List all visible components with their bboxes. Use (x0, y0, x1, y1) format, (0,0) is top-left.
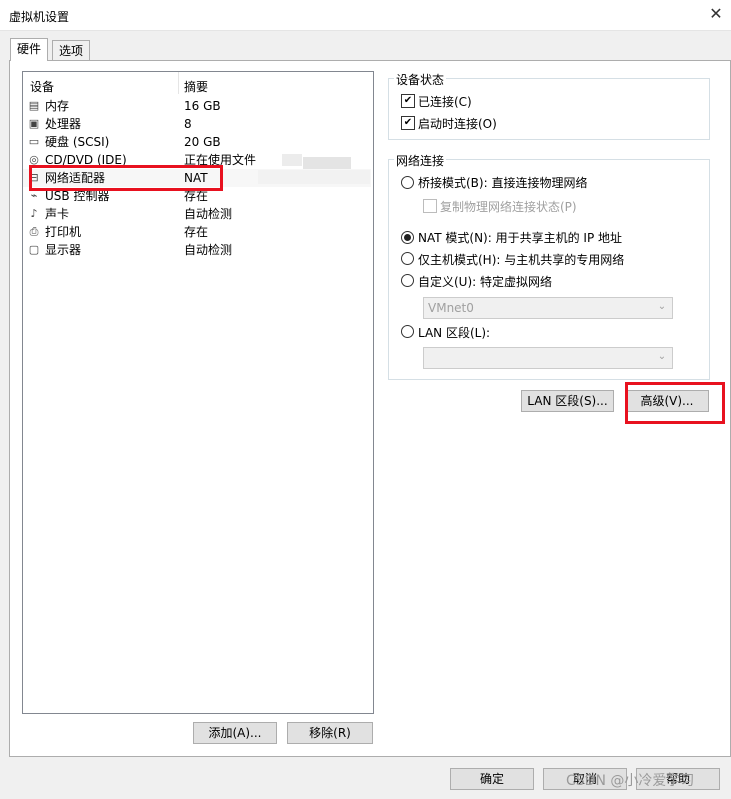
custom-network-value: VMnet0 (428, 301, 474, 315)
lan-segment-radio[interactable] (401, 325, 414, 338)
watermark-text: CSDN @小冷爱学习 (566, 773, 695, 789)
redacted-blur (303, 157, 351, 169)
bridged-label[interactable]: 桥接模式(B): 直接连接物理网络 (418, 174, 587, 191)
device-summary: 16 GB (184, 99, 221, 113)
processor-icon: ▣ (28, 117, 40, 130)
sound-card-icon: ♪ (30, 207, 38, 220)
chevron-down-icon: ⌄ (657, 301, 667, 312)
network-connection-title: 网络连接 (394, 152, 447, 169)
redacted-blur (282, 154, 302, 166)
close-icon[interactable]: ✕ (706, 4, 726, 24)
device-summary: 8 (184, 117, 192, 131)
device-name: 硬盘 (SCSI) (45, 135, 110, 149)
device-name: 打印机 (45, 225, 82, 239)
annotation-highlight-advanced (625, 382, 725, 424)
annotation-highlight-network-adapter (29, 165, 223, 191)
window-title: 虚拟机设置 (9, 10, 70, 24)
device-row-memory[interactable]: ▤ 内存 16 GB (23, 97, 371, 115)
radio-selected-dot (404, 234, 411, 241)
device-row-display[interactable]: ▢ 显示器 自动检测 (23, 241, 371, 259)
nat-radio[interactable] (401, 231, 414, 244)
bridged-radio[interactable] (401, 176, 414, 189)
column-divider (178, 72, 179, 94)
memory-icon: ▤ (28, 99, 40, 112)
device-name: 声卡 (45, 207, 70, 221)
device-row-printer[interactable]: ⎙ 打印机 存在 (23, 223, 371, 241)
connect-at-power-on-checkbox[interactable]: ✔ (401, 116, 415, 130)
nat-label[interactable]: NAT 模式(N): 用于共享主机的 IP 地址 (418, 229, 622, 246)
redacted-blur (258, 170, 370, 184)
replicate-state-checkbox[interactable] (423, 199, 437, 213)
custom-radio[interactable] (401, 274, 414, 287)
connected-checkbox[interactable]: ✔ (401, 94, 415, 108)
custom-label[interactable]: 自定义(U): 特定虚拟网络 (418, 273, 552, 290)
device-name: 内存 (45, 99, 70, 113)
replicate-state-label[interactable]: 复制物理网络连接状态(P) (440, 198, 577, 215)
tab-hardware[interactable]: 硬件 (10, 38, 48, 61)
connect-at-power-on-label[interactable]: 启动时连接(O) (418, 115, 497, 132)
display-icon: ▢ (28, 243, 40, 256)
lan-segments-button[interactable]: LAN 区段(S)... (521, 390, 614, 412)
tab-options[interactable]: 选项 (52, 40, 90, 61)
device-row-hard-disk[interactable]: ▭ 硬盘 (SCSI) 20 GB (23, 133, 371, 151)
device-summary: 自动检测 (184, 207, 233, 221)
title-bar (0, 0, 731, 30)
lan-segment-select[interactable]: ⌄ (423, 347, 673, 369)
chevron-down-icon: ⌄ (657, 351, 667, 362)
device-row-sound-card[interactable]: ♪ 声卡 自动检测 (23, 205, 371, 223)
custom-network-select[interactable]: VMnet0 ⌄ (423, 297, 673, 319)
device-name: 显示器 (45, 243, 82, 257)
device-summary: 自动检测 (184, 243, 233, 257)
device-summary: 存在 (184, 225, 209, 239)
add-device-button[interactable]: 添加(A)... (193, 722, 277, 744)
device-status-title: 设备状态 (394, 71, 447, 88)
device-summary: 20 GB (184, 135, 221, 149)
host-only-label[interactable]: 仅主机模式(H): 与主机共享的专用网络 (418, 251, 624, 268)
hard-disk-icon: ▭ (28, 135, 40, 148)
connected-label[interactable]: 已连接(C) (418, 93, 472, 110)
printer-icon: ⎙ (29, 225, 39, 238)
column-header-summary[interactable]: 摘要 (184, 78, 208, 95)
lan-segment-label[interactable]: LAN 区段(L): (418, 324, 490, 341)
device-row-processor[interactable]: ▣ 处理器 8 (23, 115, 371, 133)
host-only-radio[interactable] (401, 252, 414, 265)
column-header-device[interactable]: 设备 (30, 78, 54, 95)
device-name: 处理器 (45, 117, 82, 131)
remove-device-button[interactable]: 移除(R) (287, 722, 373, 744)
ok-button[interactable]: 确定 (450, 768, 534, 790)
